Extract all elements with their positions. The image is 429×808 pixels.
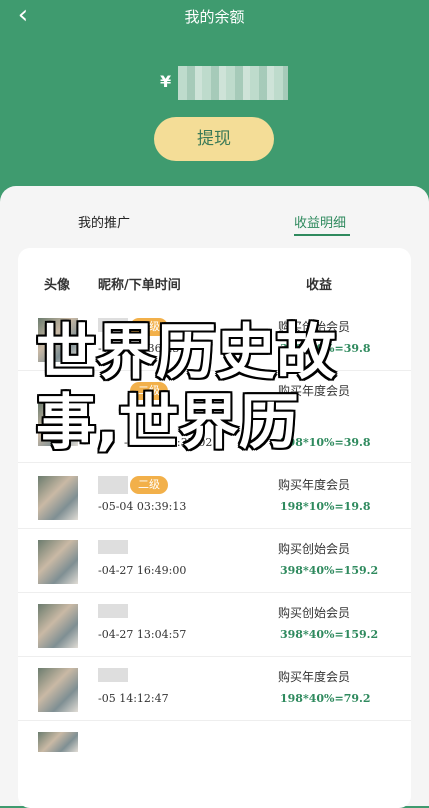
order-time: -05-04 03:39:13 [98,500,187,513]
table-row[interactable]: -05 14:12:47 购买年度会员 198*40%=79.2 [18,656,411,721]
order-time: -04-27 13:04:57 [98,628,187,641]
balance-amount-masked [178,66,288,100]
overlay-line-2: 事,世界历 [36,388,299,458]
tab-earnings-detail[interactable]: 收益明细 [294,212,346,231]
table-header: 头像 昵称/下单时间 收益 [18,248,411,302]
order-time: -04-27 16:49:00 [98,564,187,577]
tab-my-promotion[interactable]: 我的推广 [78,212,130,231]
purchase-desc: 购买年度会员 [278,478,351,492]
column-header-avatar: 头像 [44,278,71,293]
detail-panel: 我的推广 收益明细 头像 昵称/下单时间 收益 二级 -05-04 0:36:2… [0,186,429,808]
column-header-earnings: 收益 [306,278,333,293]
purchase-desc: 购买创始会员 [278,542,351,556]
watermark-overlay-text: 世界历史故 事,世界历 [36,318,426,458]
avatar [38,540,78,584]
table-row[interactable]: -04-27 13:04:57 购买创始会员 398*40%=159.2 [18,592,411,657]
balance: ¥ [160,66,288,100]
header: ‹ 我的余额 ¥ 提现 [0,0,429,200]
table-row[interactable] [18,720,411,784]
withdraw-button[interactable]: 提现 [154,117,274,161]
table-row[interactable]: -04-27 16:49:00 购买创始会员 398*40%=159.2 [18,528,411,593]
page-title: 我的余额 [184,8,245,26]
earnings-amount: 198*40%=79.2 [280,692,371,705]
column-header-name-time: 昵称/下单时间 [98,278,181,293]
nickname-masked [98,476,128,494]
avatar [38,604,78,648]
avatar [38,668,78,712]
purchase-desc: 购买年度会员 [278,670,351,684]
nickname-masked [98,668,128,682]
nickname-masked [98,540,128,554]
active-tab-indicator [294,234,350,236]
earnings-amount: 398*40%=159.2 [280,628,379,641]
avatar [38,732,78,752]
purchase-desc: 购买创始会员 [278,606,351,620]
overlay-line-1: 世界历史故 [36,318,336,388]
earnings-amount: 198*10%=19.8 [280,500,371,513]
earnings-amount: 398*40%=159.2 [280,564,379,577]
table-row[interactable]: 二级 -05-04 03:39:13 购买年度会员 198*10%=19.8 [18,464,411,529]
avatar [38,476,78,520]
level-badge: 二级 [130,476,168,494]
currency-symbol: ¥ [160,72,172,91]
nickname-masked [98,604,128,618]
order-time: -05 14:12:47 [98,692,169,705]
